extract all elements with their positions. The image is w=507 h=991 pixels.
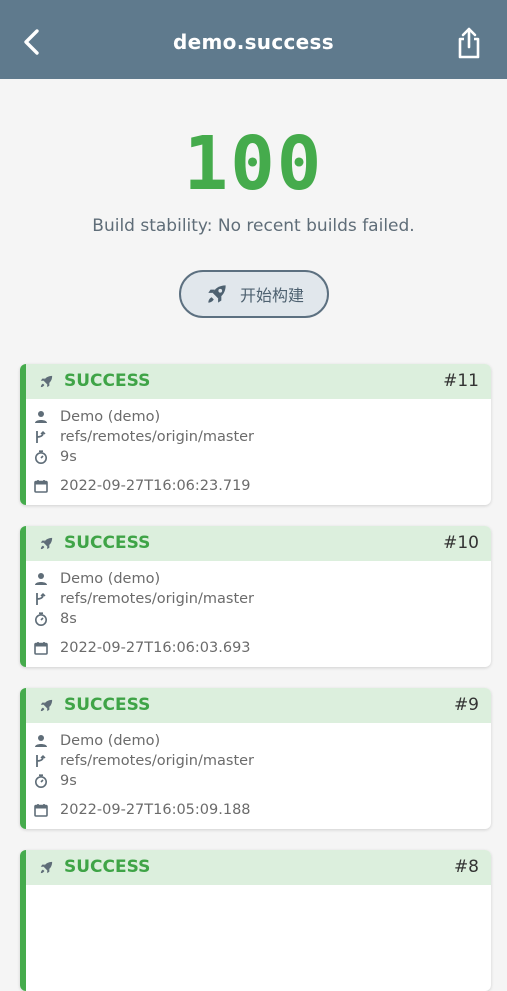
build-stability-text: Build stability: No recent builds failed…: [92, 216, 415, 236]
start-build-button[interactable]: 开始构建: [179, 270, 329, 318]
share-icon: [458, 27, 480, 59]
build-ref-row: refs/remotes/origin/master: [34, 753, 254, 769]
person-icon: [35, 735, 47, 747]
rocket-icon: [40, 375, 53, 388]
build-user-row: Demo (demo): [34, 571, 160, 587]
build-duration: 9s: [60, 449, 77, 465]
build-number: #8: [453, 857, 479, 877]
build-card[interactable]: SUCCESS #10 Demo (demo) refs/remotes/ori…: [20, 526, 491, 667]
timer-icon: [35, 450, 47, 464]
build-ref-row: refs/remotes/origin/master: [34, 591, 254, 607]
build-time-row: 2022-09-27T16:06:03.693: [34, 640, 251, 656]
person-icon: [35, 411, 47, 423]
build-timestamp: 2022-09-27T16:06:23.719: [60, 478, 251, 494]
person-icon: [35, 573, 47, 585]
calendar-icon: [34, 642, 48, 655]
build-duration-row: 8s: [34, 611, 77, 627]
build-duration: 9s: [60, 773, 77, 789]
timer-icon: [35, 774, 47, 788]
build-ref: refs/remotes/origin/master: [60, 753, 255, 769]
build-card-header: SUCCESS #9: [26, 688, 491, 723]
build-duration: 8s: [60, 611, 77, 627]
build-user: Demo (demo): [60, 733, 161, 749]
build-number: #11: [443, 371, 479, 391]
build-status: SUCCESS: [64, 533, 151, 553]
build-number: #9: [453, 695, 479, 715]
build-ref-row: refs/remotes/origin/master: [34, 429, 254, 445]
branch-icon: [36, 592, 46, 605]
build-timestamp: 2022-09-27T16:06:03.693: [60, 640, 251, 656]
rocket-icon: [40, 699, 53, 712]
branch-icon: [36, 430, 46, 443]
build-status: SUCCESS: [64, 695, 151, 715]
build-user: Demo (demo): [60, 409, 161, 425]
share-button[interactable]: [451, 24, 487, 62]
build-card[interactable]: SUCCESS #9 Demo (demo) refs/remotes/orig…: [20, 688, 491, 829]
build-duration-row: 9s: [34, 773, 77, 789]
build-user-row: Demo (demo): [34, 409, 160, 425]
build-card-header: SUCCESS #11: [26, 364, 491, 399]
rocket-icon: [40, 537, 53, 550]
build-status: SUCCESS: [64, 857, 151, 877]
calendar-icon: [34, 804, 48, 817]
build-ref: refs/remotes/origin/master: [60, 429, 255, 445]
build-status: SUCCESS: [64, 371, 151, 391]
stability-score: 100: [183, 121, 324, 207]
build-card[interactable]: SUCCESS #8: [20, 850, 491, 991]
build-time-row: 2022-09-27T16:05:09.188: [34, 802, 251, 818]
build-card[interactable]: SUCCESS #11 Demo (demo) refs/remotes/ori…: [20, 364, 491, 505]
start-build-label: 开始构建: [239, 286, 304, 305]
build-card-header: SUCCESS #10: [26, 526, 491, 561]
build-card-header: SUCCESS #8: [26, 850, 491, 885]
build-ref: refs/remotes/origin/master: [60, 591, 255, 607]
app-bar: demo.success: [0, 0, 507, 79]
calendar-icon: [34, 480, 48, 493]
build-timestamp: 2022-09-27T16:05:09.188: [60, 802, 251, 818]
build-time-row: 2022-09-27T16:06:23.719: [34, 478, 251, 494]
rocket-icon: [208, 285, 226, 303]
build-number: #10: [443, 533, 479, 553]
page-title: demo.success: [173, 30, 334, 54]
branch-icon: [36, 754, 46, 767]
build-duration-row: 9s: [34, 449, 77, 465]
rocket-icon: [40, 861, 53, 874]
build-user: Demo (demo): [60, 571, 161, 587]
build-user-row: Demo (demo): [34, 733, 160, 749]
timer-icon: [35, 612, 47, 626]
